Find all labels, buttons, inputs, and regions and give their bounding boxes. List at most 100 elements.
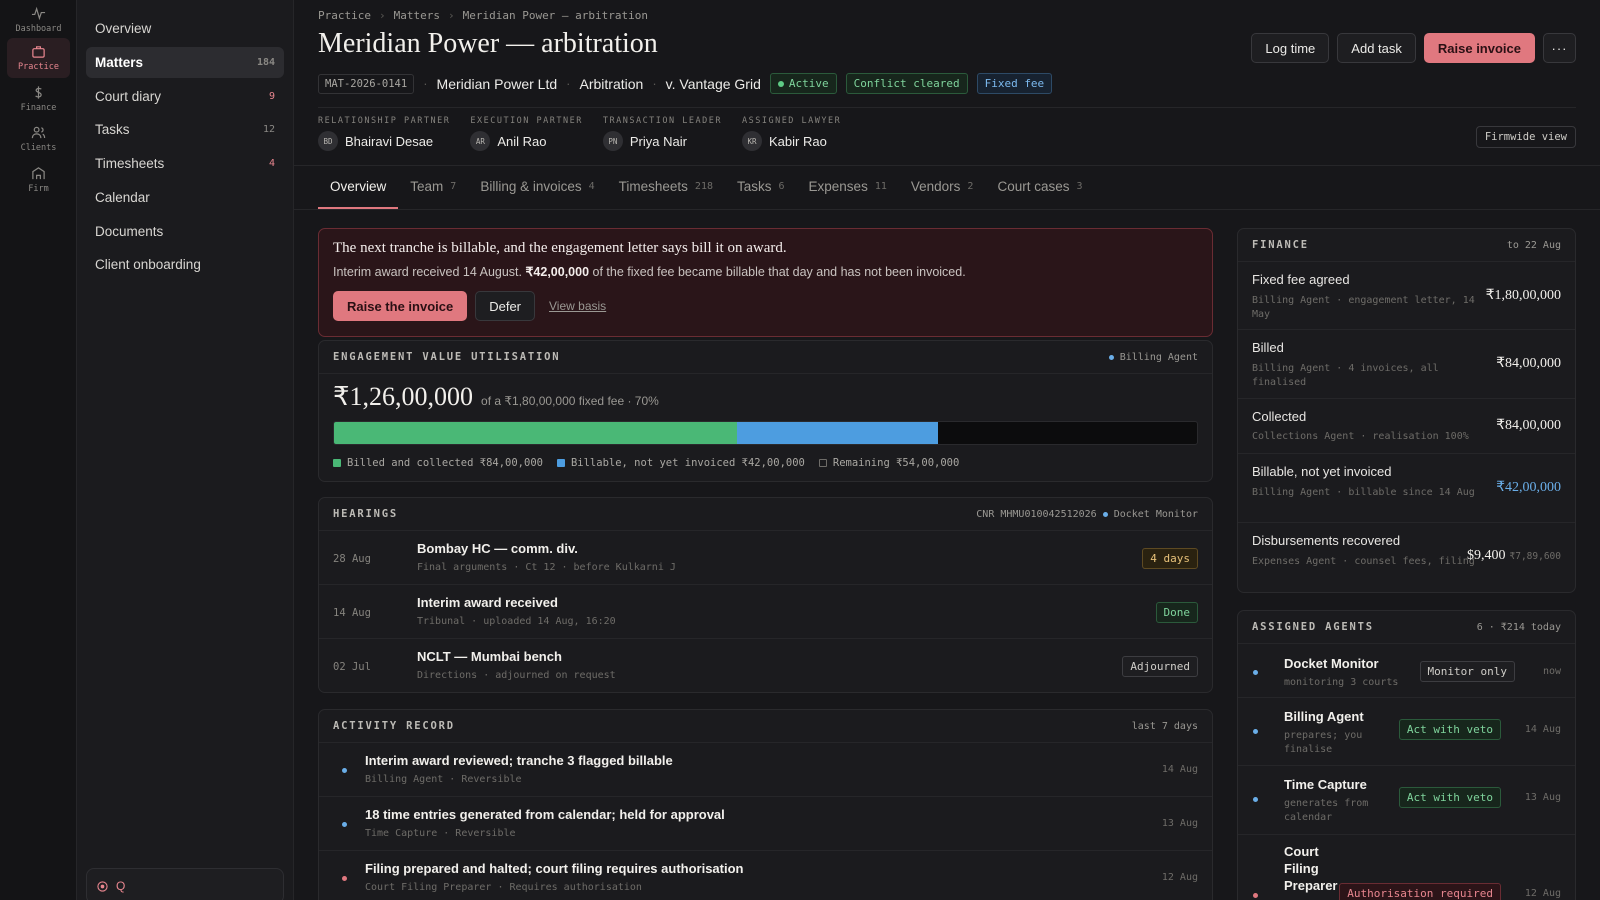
nav-label: Documents <box>95 224 164 239</box>
tab-label: Team <box>410 179 444 194</box>
nav-item-overview[interactable]: Overview <box>86 13 284 44</box>
nav-item-client-onboarding[interactable]: Client onboarding <box>86 249 284 280</box>
person-role: EXECUTION PARTNER <box>470 116 583 126</box>
breadcrumb-practice[interactable]: Practice <box>318 9 371 22</box>
tab-label: Tasks <box>736 179 772 194</box>
activity-row[interactable]: Interim award reviewed; tranche 3 flagge… <box>319 743 1212 797</box>
finance-row[interactable]: Fixed fee agreed Billing Agent · engagem… <box>1238 262 1575 330</box>
activity-row[interactable]: Filing prepared and halted; court filing… <box>319 851 1212 900</box>
breadcrumb-matters[interactable]: Matters <box>394 9 440 22</box>
rail-item-clients[interactable]: Clients <box>7 119 70 159</box>
nav-item-timesheets[interactable]: Timesheets 4 <box>86 148 284 179</box>
agent-status-dot <box>1253 893 1258 898</box>
tab-vendors[interactable]: Vendors 2 <box>899 166 986 209</box>
finance-value: ₹42,00,000 <box>1496 480 1561 495</box>
status-badge: Active <box>769 73 837 94</box>
tab-overview[interactable]: Overview <box>318 166 399 209</box>
tab-expenses[interactable]: Expenses 11 <box>797 166 899 209</box>
person-name[interactable]: Anil Rao <box>497 134 546 149</box>
finance-row[interactable]: Disbursements recovered Expenses Agent ·… <box>1238 523 1575 592</box>
nav-item-court-diary[interactable]: Court diary 9 <box>86 81 284 112</box>
more-options-button[interactable]: ··· <box>1543 33 1576 63</box>
finance-row[interactable]: Billed Billing Agent · 4 invoices, all f… <box>1238 330 1575 399</box>
activity-row[interactable]: 18 time entries generated from calendar;… <box>319 797 1212 851</box>
person-name[interactable]: Bhairavi Desae <box>345 134 433 149</box>
card-title: HEARINGS <box>333 508 398 520</box>
agent-status-dot <box>1253 670 1258 675</box>
hearing-row[interactable]: 02 Jul NCLT — Mumbai bench Directions · … <box>319 639 1212 692</box>
rail-item-finance[interactable]: Finance <box>7 79 70 119</box>
rail-item-practice[interactable]: Practice <box>7 38 70 78</box>
finance-value-secondary: ₹7,89,600 <box>1509 551 1561 562</box>
separator: · <box>652 76 657 91</box>
separator: · <box>566 76 571 91</box>
finance-label: Disbursements recovered <box>1252 533 1401 548</box>
finance-row[interactable]: Billable, not yet invoiced Billing Agent… <box>1238 454 1575 523</box>
tab-label: Court cases <box>997 179 1070 194</box>
nav-label: Calendar <box>95 190 150 205</box>
client-name[interactable]: Meridian Power Ltd <box>437 76 558 92</box>
agent-dot <box>1102 511 1108 517</box>
bar-segment-billable <box>736 422 939 444</box>
tab-count: 4 <box>588 181 595 192</box>
activity-date: 14 Aug <box>1161 764 1198 775</box>
person-role: RELATIONSHIP PARTNER <box>318 116 451 126</box>
tab-count: 3 <box>1076 181 1083 192</box>
card-title: ACTIVITY RECORD <box>333 720 455 732</box>
legend-label: Remaining ₹54,00,000 <box>832 457 960 469</box>
agent-date: now <box>1542 666 1561 677</box>
rail-label: Practice <box>18 62 59 72</box>
tab-team[interactable]: Team 7 <box>398 166 468 209</box>
rail-item-firm[interactable]: Firm <box>7 160 70 200</box>
person-name[interactable]: Kabir Rao <box>769 134 827 149</box>
legend-label: Billed and collected ₹84,00,000 <box>347 457 543 469</box>
matter-tabs: Overview Team 7 Billing & invoices 4 Times… <box>318 166 1576 209</box>
tab-label: Billing & invoices <box>480 179 582 194</box>
agent-row[interactable]: Time Capture generates from calendar Act… <box>1238 766 1575 835</box>
matter-meta: MAT-2026-0141 · Meridian Power Ltd · Arb… <box>318 73 1053 94</box>
hearing-title: NCLT — Mumbai bench <box>417 649 562 664</box>
tab-label: Timesheets <box>618 179 688 194</box>
activity-title: Interim award reviewed; tranche 3 flagge… <box>365 753 673 768</box>
activity-title: Filing prepared and halted; court filing… <box>365 861 744 876</box>
nav-item-calendar[interactable]: Calendar <box>86 182 284 213</box>
nav-item-documents[interactable]: Documents <box>86 216 284 247</box>
log-time-button[interactable]: Log time <box>1251 33 1330 63</box>
agent-label: Docket Monitor <box>1113 508 1198 520</box>
alert-body-pre: Interim award received 14 August. <box>333 265 526 279</box>
nav-count: 184 <box>256 57 275 68</box>
tab-tasks[interactable]: Tasks 6 <box>725 166 797 209</box>
raise-invoice-button[interactable]: Raise invoice <box>1423 33 1535 63</box>
activity-dot <box>342 876 347 881</box>
nav-label: Timesheets <box>95 156 165 171</box>
firmwide-view-button[interactable]: Firmwide view <box>1475 126 1576 148</box>
hearing-row[interactable]: 28 Aug Bombay HC — comm. div. Final argu… <box>319 531 1212 585</box>
person-name[interactable]: Priya Nair <box>630 134 687 149</box>
utilised-of-text: of a ₹1,80,00,000 fixed fee · 70% <box>481 394 659 408</box>
raise-the-invoice-button[interactable]: Raise the invoice <box>333 291 468 321</box>
finance-sub: Expenses Agent · counsel fees, filing <box>1252 556 1475 567</box>
agent-date: 14 Aug <box>1524 724 1561 735</box>
tab-court-cases[interactable]: Court cases 3 <box>985 166 1094 209</box>
agent-status-dot <box>1253 729 1258 734</box>
agent-row[interactable]: Court Filing Preparer Authorisation requ… <box>1238 835 1575 900</box>
rail-item-dashboard[interactable]: Dashboard <box>7 0 70 40</box>
hearing-row[interactable]: 14 Aug Interim award received Tribunal ·… <box>319 585 1212 639</box>
search-button[interactable]: Q <box>86 868 284 900</box>
tab-timesheets[interactable]: Timesheets 218 <box>607 166 725 209</box>
rail-label: Dashboard <box>15 24 62 34</box>
nav-item-tasks[interactable]: Tasks 12 <box>86 114 284 145</box>
agent-row[interactable]: Billing Agent prepares; you finalise Act… <box>1238 698 1575 766</box>
finance-row[interactable]: Collected Collections Agent · realisatio… <box>1238 399 1575 454</box>
defer-button[interactable]: Defer <box>475 291 536 321</box>
tab-billing[interactable]: Billing & invoices 4 <box>468 166 606 209</box>
nav-item-matters[interactable]: Matters 184 <box>86 47 284 78</box>
card-title: ASSIGNED AGENTS <box>1252 621 1374 633</box>
agent-row[interactable]: Docket Monitor monitoring 3 courts Monit… <box>1238 644 1575 698</box>
view-basis-link[interactable]: View basis <box>549 299 606 313</box>
tab-label: Expenses <box>808 179 868 194</box>
person: AR Anil Rao <box>470 131 583 151</box>
add-task-button[interactable]: Add task <box>1337 33 1416 63</box>
rail-label: Firm <box>28 184 49 194</box>
breadcrumb-separator: › <box>447 9 455 22</box>
